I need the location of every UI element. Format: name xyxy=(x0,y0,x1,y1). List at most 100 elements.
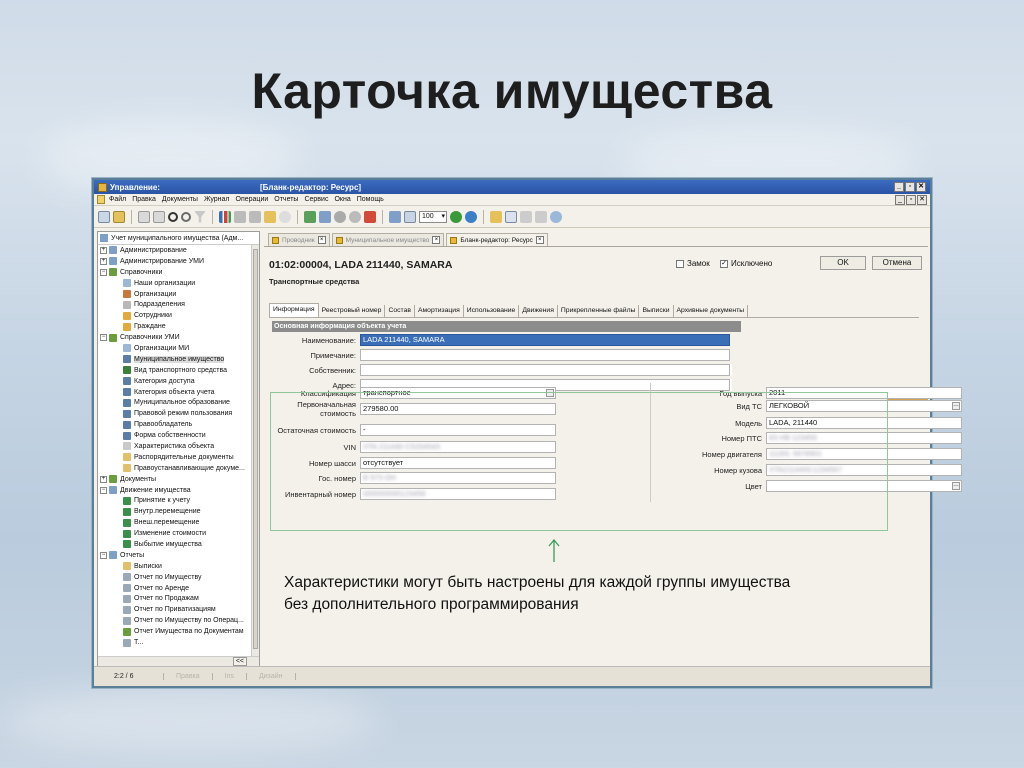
refresh-icon[interactable] xyxy=(279,210,291,223)
menu-operations[interactable]: Операции xyxy=(236,196,269,203)
tab-registry-number[interactable]: Реестровый номер xyxy=(319,305,386,317)
menu-service[interactable]: Сервис xyxy=(304,196,328,203)
tab-amortization[interactable]: Амортизация xyxy=(415,305,464,317)
tab-blank-editor[interactable]: Бланк-редактор: Ресурс × xyxy=(446,233,548,246)
lock-checkbox[interactable]: Замок xyxy=(676,259,710,268)
new-doc-icon[interactable] xyxy=(98,210,110,223)
menu-journal[interactable]: Журнал xyxy=(204,196,230,203)
picker-button[interactable]: … xyxy=(952,482,960,490)
tree-item[interactable]: Правовой режим пользования xyxy=(98,408,259,419)
tree-item[interactable]: Отчет Имущества по Документам xyxy=(98,626,259,637)
close-button[interactable]: ✕ xyxy=(916,182,926,192)
tree-item[interactable]: Принятие к учету xyxy=(98,495,259,506)
tab-municipal-property[interactable]: Муниципальное имущество × xyxy=(331,233,445,246)
tab-usage[interactable]: Использование xyxy=(464,305,520,317)
delete-icon[interactable] xyxy=(364,210,376,223)
child-minimize-button[interactable]: _ xyxy=(895,194,905,205)
tree-item[interactable]: − Отчеты xyxy=(98,550,259,561)
tree-item[interactable]: Распорядительные документы xyxy=(98,452,259,463)
tree-item[interactable]: Сотрудники xyxy=(98,310,259,321)
close-tab-icon[interactable]: × xyxy=(535,236,544,244)
tab-information[interactable]: Информация xyxy=(269,303,319,317)
menu-windows[interactable]: Окна xyxy=(334,196,350,203)
minimize-button[interactable]: _ xyxy=(894,182,904,192)
tree-item[interactable]: Правоустанавливающие докуме... xyxy=(98,463,259,474)
tree-item[interactable]: Отчет по Имуществу xyxy=(98,572,259,583)
tree-item[interactable]: Вид транспортного средства xyxy=(98,365,259,376)
go-back-icon[interactable] xyxy=(450,210,462,223)
menu-reports[interactable]: Отчеты xyxy=(274,196,298,203)
expand-icon[interactable]: + xyxy=(100,246,107,254)
tab-explorer[interactable]: Проводник × xyxy=(268,233,330,246)
tree-item[interactable]: Т... xyxy=(98,637,259,648)
tree-item[interactable]: Муниципальное имущество xyxy=(98,354,259,365)
tab-extracts[interactable]: Выписки xyxy=(639,305,674,317)
green-doc-icon[interactable] xyxy=(304,210,316,223)
menu-edit[interactable]: Правка xyxy=(132,196,156,203)
close-tab-icon[interactable]: × xyxy=(432,236,441,244)
restore-button[interactable]: ▫ xyxy=(905,182,915,192)
tree-item[interactable]: Отчет по Имуществу по Операц... xyxy=(98,615,259,626)
copy-icon[interactable] xyxy=(138,210,150,223)
tree-item[interactable]: + Документы xyxy=(98,474,259,485)
tree-item[interactable]: Форма собственности xyxy=(98,430,259,441)
tree-item[interactable]: Наши организации xyxy=(98,278,259,289)
collapse-icon[interactable]: − xyxy=(100,551,107,559)
menu-documents[interactable]: Документы xyxy=(162,196,198,203)
tree-item[interactable]: Выбытие имущества xyxy=(98,539,259,550)
paste-icon[interactable] xyxy=(153,210,165,223)
stop-icon[interactable] xyxy=(349,210,361,223)
tree-item[interactable]: Отчет по Аренде xyxy=(98,583,259,594)
expand-icon[interactable]: + xyxy=(100,475,107,483)
tree-item[interactable]: Категория доступа xyxy=(98,376,259,387)
owner-field[interactable] xyxy=(360,364,730,376)
tree-scrollbar[interactable] xyxy=(251,245,259,666)
doc-icon[interactable] xyxy=(505,210,517,223)
excluded-checkbox[interactable]: ✓ Исключено xyxy=(720,259,772,268)
tree-item[interactable]: Организации МИ xyxy=(98,343,259,354)
collapse-icon[interactable]: − xyxy=(100,486,107,494)
note-field[interactable] xyxy=(360,349,730,361)
tree-item[interactable]: − Справочники xyxy=(98,267,259,278)
cancel-button[interactable]: Отмена xyxy=(872,256,922,270)
tab-attached-files[interactable]: Прикрепленные файлы xyxy=(558,305,640,317)
ok-button[interactable]: OK xyxy=(820,256,866,270)
tree-item[interactable]: Внутр.перемещение xyxy=(98,506,259,517)
close-tab-icon[interactable]: × xyxy=(317,236,326,244)
menu-help[interactable]: Помощь xyxy=(357,196,384,203)
arrow-down-icon[interactable] xyxy=(535,210,547,223)
tree-item[interactable]: + Администрирование УМИ xyxy=(98,256,259,267)
open-doc-icon[interactable] xyxy=(113,210,125,223)
go-forward-icon[interactable] xyxy=(465,210,477,223)
lock-checkbox-box[interactable] xyxy=(676,259,684,268)
tree-item[interactable]: Категория объекта учета xyxy=(98,387,259,398)
zoom-select[interactable]: 100 xyxy=(419,210,447,223)
tree-root[interactable]: Учет муниципального имущества (Адм... xyxy=(98,232,259,245)
tree-item[interactable]: + Администрирование xyxy=(98,245,259,256)
tree-item[interactable]: Характеристика объекта xyxy=(98,441,259,452)
settings-icon[interactable] xyxy=(334,210,346,223)
doc-blue-icon[interactable] xyxy=(319,210,331,223)
tab-composition[interactable]: Состав xyxy=(385,305,415,317)
child-restore-button[interactable]: ▫ xyxy=(906,194,916,205)
tree-item[interactable]: Граждане xyxy=(98,321,259,332)
tree-item[interactable]: Правообладатель xyxy=(98,419,259,430)
picker-button[interactable]: … xyxy=(952,402,960,410)
tree-item[interactable]: Отчет по Продажам xyxy=(98,594,259,605)
link-icon[interactable] xyxy=(249,210,261,223)
collapse-icon[interactable]: − xyxy=(100,334,107,342)
excluded-checkbox-box[interactable]: ✓ xyxy=(720,259,728,268)
tree-item[interactable]: Отчет по Приватизациям xyxy=(98,604,259,615)
tab-movements[interactable]: Движения xyxy=(519,305,558,317)
expand-icon[interactable]: + xyxy=(100,257,107,265)
tree-item[interactable]: Организации xyxy=(98,289,259,300)
search-next-icon[interactable] xyxy=(181,211,191,222)
collapse-panel-button[interactable]: << xyxy=(232,657,247,666)
globe-icon[interactable] xyxy=(550,210,562,223)
tab-archive-documents[interactable]: Архивные документы xyxy=(674,305,749,317)
filter-icon[interactable] xyxy=(194,210,206,223)
scrollbar-thumb[interactable] xyxy=(253,249,258,649)
grid-icon[interactable] xyxy=(389,210,401,223)
check-icon[interactable] xyxy=(234,210,246,223)
name-field[interactable]: LADA 211440, SAMARA xyxy=(360,334,730,346)
